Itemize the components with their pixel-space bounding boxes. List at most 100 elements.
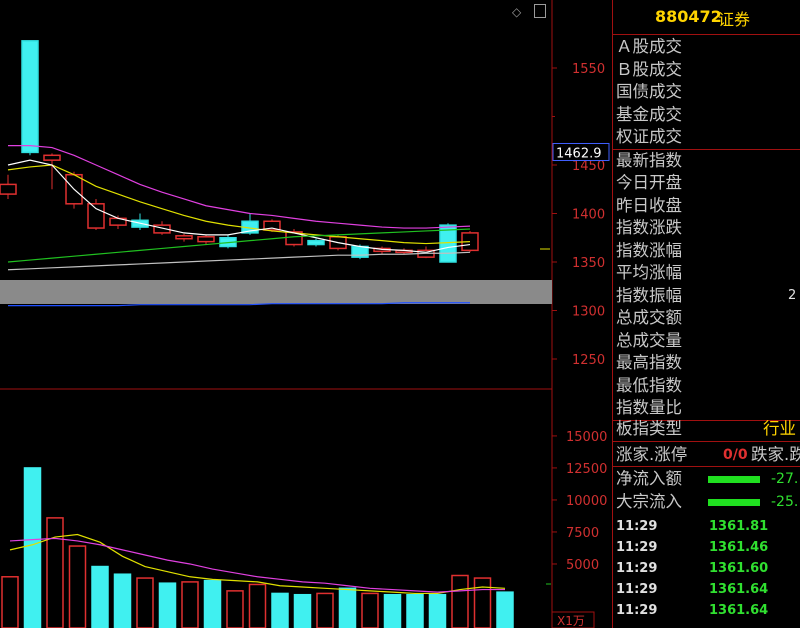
- volume-bar: [1, 576, 19, 628]
- flow-label: 大宗流入: [616, 491, 682, 511]
- volume-bar: [271, 592, 289, 628]
- tick-time: 11:29: [616, 540, 658, 555]
- tick-price: 1361.64: [709, 603, 769, 618]
- quote-header: 880472 证券: [613, 0, 800, 35]
- stat-row: 昨日收盘: [613, 195, 800, 218]
- tick-row: 11:29 1361.64: [613, 579, 800, 600]
- stat-label: 权证成交: [616, 127, 682, 146]
- candle-body: [307, 239, 325, 246]
- stat-row: 今日开盘: [613, 172, 800, 195]
- price-tick-label: 1550: [572, 62, 605, 77]
- volume-bar: [428, 593, 447, 628]
- quote-panel: 880472 证券 Ａ股成交 Ｂ股成交 国债成交 基金成交权证成交最新指数今日开盘昨日…: [612, 0, 800, 628]
- candle-body: [43, 154, 61, 161]
- stat-label: 指数量比: [616, 398, 682, 417]
- candle-body: [0, 183, 17, 195]
- stat-row: 总成交额: [613, 307, 800, 330]
- volume-tick-label: 5000: [566, 558, 599, 573]
- stats-list: Ａ股成交 Ｂ股成交 国债成交 基金成交权证成交最新指数今日开盘昨日收盘指数涨跌指数涨幅…: [613, 36, 800, 421]
- volume-bar: [248, 583, 267, 628]
- candle-body: [21, 40, 39, 154]
- volume-tick-label: 15000: [566, 430, 607, 445]
- stat-label: 最低指数: [616, 375, 682, 395]
- window-toggle-icon[interactable]: [534, 4, 546, 18]
- volume-bar: [338, 587, 357, 628]
- volume-bar: [406, 593, 424, 628]
- volume-bar: [361, 592, 379, 628]
- stat-label: Ａ股成交: [616, 37, 682, 56]
- tick-row: 11:29 1361.64: [613, 600, 800, 621]
- stat-label: 昨日收盘: [616, 195, 682, 215]
- moving-average-line: [7, 228, 471, 263]
- candle-body: [197, 236, 215, 243]
- volume-bar: [496, 591, 514, 628]
- industry-label: 板指类型: [616, 419, 682, 438]
- stat-label: Ｂ股成交: [616, 59, 682, 79]
- breadth-label: 涨家.涨停: [616, 444, 688, 464]
- stat-label: 平均涨幅: [616, 263, 682, 282]
- volume-bar: [113, 573, 132, 628]
- breadth-row: 涨家.涨停 0/0 跌家.跌: [613, 444, 800, 467]
- tick-price: 1361.81: [709, 519, 769, 534]
- stat-label: 总成交量: [616, 330, 682, 350]
- stat-row: 最低指数: [613, 375, 800, 398]
- moving-average-line: [7, 251, 471, 271]
- stat-row: Ｂ股成交: [613, 59, 800, 82]
- volume-bar: [293, 593, 312, 628]
- breadth-fall-label: 跌家.跌: [751, 444, 800, 464]
- price-tick-label: 1250: [572, 353, 605, 368]
- volume-bar: [383, 593, 402, 628]
- stat-row: 权证成交: [613, 126, 800, 150]
- volume-bar: [158, 582, 177, 628]
- volume-tick-label: 7500: [566, 526, 599, 541]
- stat-label: 最新指数: [616, 150, 682, 170]
- volume-tick-label: 10000: [566, 494, 607, 509]
- volume-bar: [23, 467, 42, 628]
- stat-row: 最新指数: [613, 150, 800, 173]
- volume-bar: [451, 574, 469, 628]
- tick-time: 11:29: [616, 582, 658, 597]
- kline-chart[interactable]: 1550145014001350130012501462.91500012500…: [0, 0, 612, 628]
- stat-row: 指数振幅 2: [613, 285, 800, 308]
- tick-row: 11:29 1361.81: [613, 516, 800, 537]
- stat-row: 平均涨幅: [613, 262, 800, 285]
- stat-row: 总成交量: [613, 330, 800, 353]
- candle-body: [175, 235, 193, 240]
- stat-row: 指数涨跌: [613, 217, 800, 240]
- current-price-label: 1462.9: [556, 146, 602, 161]
- flow-value: -27.: [771, 471, 799, 487]
- volume-bar: [136, 577, 154, 628]
- industry-value: 行业: [763, 419, 796, 438]
- price-tick-label: 1400: [572, 208, 605, 223]
- flow-label: 净流入额: [616, 469, 682, 488]
- stat-row: 指数量比: [613, 397, 800, 421]
- stat-row: 最高指数: [613, 352, 800, 375]
- industry-row-wrap: 板指类型 行业 涨家.涨停 0/0 跌家.跌: [613, 418, 800, 467]
- stat-label: 今日开盘: [616, 173, 682, 192]
- volume-unit-label: X1万: [557, 614, 585, 628]
- price-tick-label: 1350: [572, 256, 605, 271]
- index-code: 880472: [655, 7, 722, 26]
- stat-label: 指数涨幅: [616, 240, 682, 260]
- price-tick-label: 1300: [572, 305, 605, 320]
- diamond-icon[interactable]: ◇: [512, 5, 521, 19]
- volume-bar: [46, 517, 64, 628]
- volume-bar: [91, 565, 109, 628]
- tick-row: 11:29 1361.46: [613, 537, 800, 558]
- flow-bar: [708, 498, 760, 506]
- flow-bar: [708, 476, 760, 483]
- volume-bar: [226, 590, 244, 628]
- kline-chart-area[interactable]: 1550 1450 1400 1350 1300 1250 1462.9 15000 12500…: [0, 0, 612, 628]
- volume-bar: [316, 592, 334, 628]
- stat-label: 总成交额: [616, 308, 682, 327]
- flows-list: 净流入额 -27. 大宗流入 -25.: [613, 468, 800, 513]
- stat-label: 指数涨跌: [616, 218, 682, 237]
- tick-time: 11:29: [616, 519, 658, 534]
- volume-bar: [68, 545, 87, 628]
- tick-time: 11:29: [616, 561, 658, 576]
- stat-label: 基金成交: [616, 104, 682, 124]
- tick-price: 1361.60: [709, 561, 769, 576]
- stat-row: 国债成交: [613, 81, 800, 104]
- stat-value: 2: [788, 287, 797, 303]
- stat-row: Ａ股成交: [613, 36, 800, 59]
